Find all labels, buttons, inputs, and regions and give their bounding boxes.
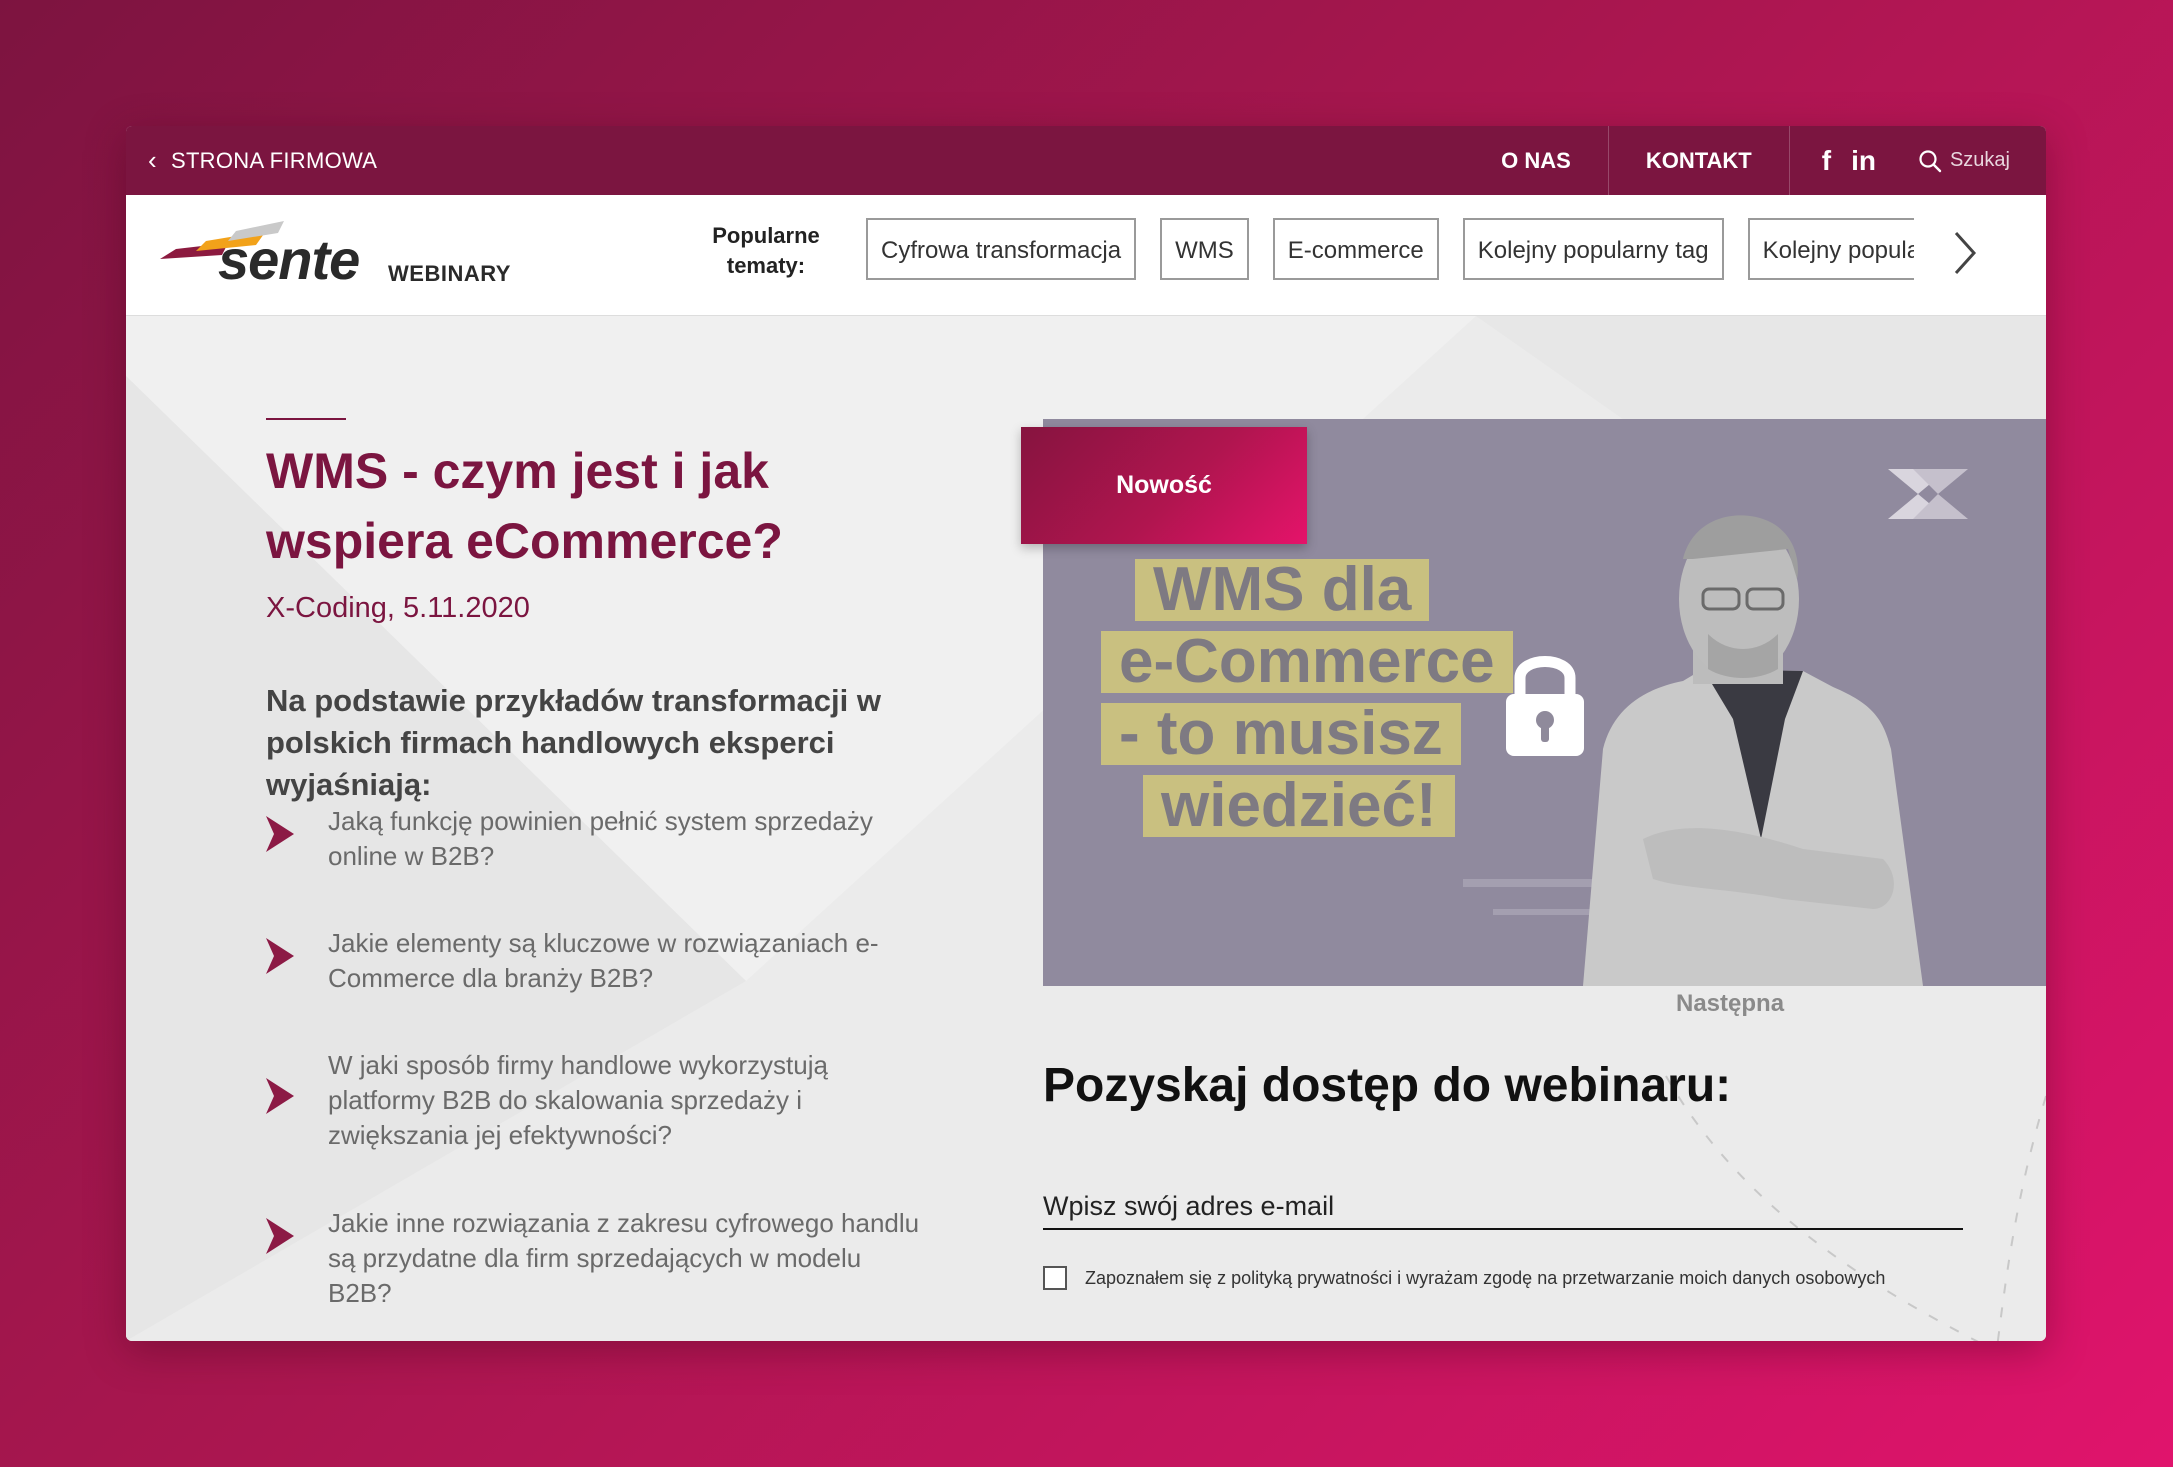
search-button[interactable]: Szukaj — [1896, 126, 2046, 195]
consent-label: Zapoznałem się z polityką prywatności i … — [1085, 1267, 1886, 1288]
arrow-right-icon — [266, 1218, 294, 1254]
sente-logo[interactable]: sente WEBINARY — [156, 221, 510, 291]
tag-item[interactable]: E-commerce — [1272, 218, 1439, 280]
nav-about[interactable]: O NAS — [1464, 126, 1608, 195]
tag-item[interactable]: Kolejny popular — [1747, 218, 1914, 280]
logo-subtitle: WEBINARY — [388, 261, 511, 286]
lock-icon[interactable] — [1500, 646, 1590, 761]
facebook-icon[interactable]: f — [1822, 145, 1831, 177]
top-bar: ‹ STRONA FIRMOWA O NAS KONTAKT f in Szuk… — [126, 126, 2046, 195]
search-label: Szukaj — [1949, 149, 2010, 171]
linkedin-icon[interactable]: in — [1851, 145, 1876, 177]
nav-contact[interactable]: KONTAKT — [1607, 126, 1789, 195]
bullet-text: W jaki sposób firmy handlowe wykorzystuj… — [328, 1050, 828, 1150]
webinar-title: WMS - czym jest i jak wspiera eCommerce? — [266, 443, 783, 569]
popular-label-line1: Popularne — [712, 223, 820, 248]
privacy-consent: Zapoznałem się z polityką prywatności i … — [1043, 1266, 1885, 1290]
browser-frame: ‹ STRONA FIRMOWA O NAS KONTAKT f in Szuk… — [126, 126, 2046, 1341]
tag-item[interactable]: Kolejny popularny tag — [1462, 218, 1724, 280]
bullet-text: Jakie inne rozwiązania z zakresu cyfrowe… — [328, 1208, 920, 1308]
headline-line: WMS dla — [1135, 559, 1430, 621]
arrow-right-icon — [266, 938, 294, 974]
bullet-text: Jakie elementy są kluczowe w rozwiązania… — [328, 928, 879, 993]
arrow-right-icon — [266, 1078, 294, 1114]
back-to-company-link[interactable]: ‹ STRONA FIRMOWA — [148, 126, 377, 195]
webinar-hero: WMS - czym jest i jak wspiera eCommerce?… — [126, 316, 2046, 1341]
next-webinar-link[interactable]: Następna — [1676, 990, 1784, 1018]
popular-tags: Cyfrowa transformacja WMS E-commerce Kolejn… — [866, 218, 1914, 284]
headline-line: wiedzieć! — [1143, 775, 1455, 837]
popular-topics-label: Popularne tematy: — [696, 221, 836, 281]
popular-label-line2: tematy: — [726, 253, 806, 278]
arrow-right-icon — [266, 816, 294, 852]
webinar-intro: Na podstawie przykładów transformacji w … — [266, 683, 881, 802]
tag-item[interactable]: WMS — [1160, 218, 1249, 280]
consent-checkbox[interactable] — [1043, 1266, 1067, 1290]
webinar-meta: X-Coding, 5.11.2020 — [266, 592, 530, 624]
search-icon — [1919, 149, 1942, 172]
tag-item[interactable]: Cyfrowa transformacja — [866, 218, 1137, 280]
title-accent-line — [266, 418, 346, 420]
new-badge: Nowość — [1021, 427, 1307, 544]
chevron-right-icon[interactable] — [1944, 225, 1984, 281]
top-nav: O NAS KONTAKT f in Szukaj — [1464, 126, 2046, 195]
site-header: sente WEBINARY Popularne tematy: Cyfrowa… — [126, 195, 2046, 316]
headline-line: e-Commerce — [1101, 631, 1513, 693]
chevron-left-icon: ‹ — [148, 145, 157, 175]
access-form-heading: Pozyskaj dostęp do webinaru: — [1043, 1059, 1732, 1112]
headline-line: - to musisz — [1101, 703, 1461, 765]
email-field[interactable] — [1043, 1184, 1963, 1230]
logo-wordmark: sente — [218, 228, 360, 291]
bullet-text: Jaką funkcję powinien pełnić system sprz… — [328, 806, 873, 871]
social-links: f in — [1788, 126, 1896, 195]
back-link-label: STRONA FIRMOWA — [170, 147, 378, 173]
